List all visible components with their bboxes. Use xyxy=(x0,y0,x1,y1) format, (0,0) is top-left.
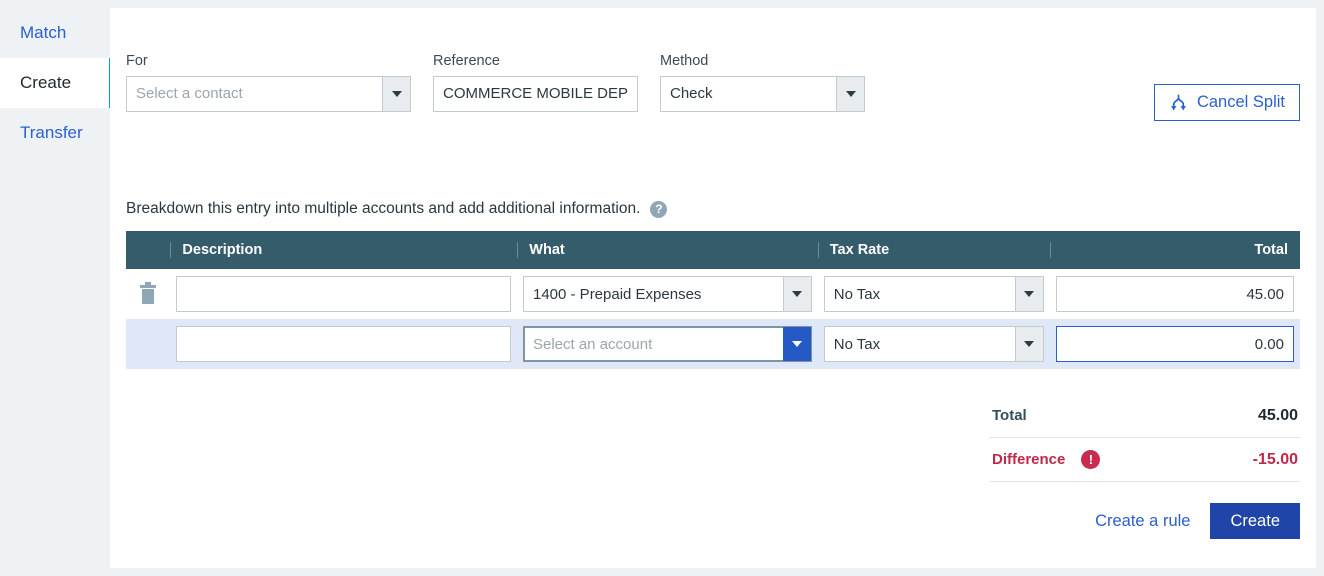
table-row: 1400 - Prepaid Expenses No Tax xyxy=(126,269,1300,319)
trash-lid xyxy=(140,285,156,288)
difference-value: -15.00 xyxy=(1253,451,1298,469)
split-merge-icon xyxy=(1169,93,1188,112)
header-total: Total xyxy=(1050,242,1300,258)
reference-value: COMMERCE MOBILE DEP xyxy=(434,77,637,111)
app-root: Match Create Transfer For Select a conta… xyxy=(0,0,1324,576)
difference-row: Difference ! -15.00 xyxy=(990,438,1300,482)
chevron-down-icon xyxy=(846,91,856,97)
tab-create-label: Create xyxy=(20,73,71,93)
for-select[interactable]: Select a contact xyxy=(126,76,411,112)
row-delete-cell xyxy=(126,285,170,304)
total-label: Total xyxy=(992,407,1027,424)
total-input[interactable]: 0.00 xyxy=(1056,326,1294,362)
tax-rate-select[interactable]: No Tax xyxy=(824,326,1044,362)
difference-left: Difference ! xyxy=(992,450,1100,469)
total-value: 45.00 xyxy=(1258,407,1298,425)
chevron-down-icon xyxy=(1024,291,1034,297)
method-select[interactable]: Check xyxy=(660,76,865,112)
header-description: Description xyxy=(170,242,517,258)
help-icon[interactable]: ? xyxy=(650,201,667,218)
total-row: Total 45.00 xyxy=(990,394,1300,438)
cancel-split-label: Cancel Split xyxy=(1197,93,1285,112)
account-select[interactable]: Select an account xyxy=(523,326,812,362)
tax-rate-value: No Tax xyxy=(825,327,1015,361)
for-field-group: For Select a contact xyxy=(126,54,411,112)
method-field-group: Method Check xyxy=(660,54,865,112)
table-header-row: Description What Tax Rate Total xyxy=(126,231,1300,269)
header-what: What xyxy=(517,242,817,258)
method-label: Method xyxy=(660,54,865,69)
row-total-cell: 0.00 xyxy=(1050,326,1300,362)
row-tax-cell: No Tax xyxy=(818,326,1050,362)
row-description-cell xyxy=(170,326,517,362)
for-dropdown-button[interactable] xyxy=(382,77,410,111)
tab-create[interactable]: Create xyxy=(0,58,110,108)
cancel-split-button[interactable]: Cancel Split xyxy=(1154,84,1300,121)
header-tax-rate: Tax Rate xyxy=(818,242,1050,258)
chevron-down-icon xyxy=(792,341,802,347)
row-what-cell: 1400 - Prepaid Expenses xyxy=(517,276,818,312)
split-table: Description What Tax Rate Total xyxy=(126,231,1300,369)
for-label: For xyxy=(126,54,411,69)
method-dropdown-button[interactable] xyxy=(836,77,864,111)
reference-label: Reference xyxy=(433,54,638,69)
row-tax-cell: No Tax xyxy=(818,276,1050,312)
total-input[interactable]: 45.00 xyxy=(1056,276,1294,312)
totals-summary: Total 45.00 Difference ! -15.00 xyxy=(990,394,1300,482)
create-button[interactable]: Create xyxy=(1210,503,1300,539)
reference-input[interactable]: COMMERCE MOBILE DEP xyxy=(433,76,638,112)
error-icon: ! xyxy=(1081,450,1100,469)
tab-match[interactable]: Match xyxy=(0,8,110,58)
row-what-cell: Select an account xyxy=(517,326,818,362)
description-input[interactable] xyxy=(176,276,511,312)
chevron-down-icon xyxy=(792,291,802,297)
tab-match-label: Match xyxy=(20,23,66,43)
tab-transfer[interactable]: Transfer xyxy=(0,108,110,158)
breakdown-description: Breakdown this entry into multiple accou… xyxy=(126,200,667,218)
create-a-rule-link[interactable]: Create a rule xyxy=(1095,512,1190,531)
row-description-cell xyxy=(170,276,517,312)
method-value: Check xyxy=(661,77,836,111)
tab-transfer-label: Transfer xyxy=(20,123,83,143)
tax-rate-dropdown-button[interactable] xyxy=(1015,327,1043,361)
footer-actions: Create a rule Create xyxy=(1095,503,1300,539)
tax-rate-select[interactable]: No Tax xyxy=(824,276,1044,312)
account-dropdown-button[interactable] xyxy=(783,277,811,311)
account-select[interactable]: 1400 - Prepaid Expenses xyxy=(523,276,812,312)
create-panel: For Select a contact Reference COMMERCE … xyxy=(110,8,1316,568)
for-value: Select a contact xyxy=(127,77,382,111)
account-value: Select an account xyxy=(524,327,783,361)
description-input[interactable] xyxy=(176,326,511,362)
breakdown-text: Breakdown this entry into multiple accou… xyxy=(126,200,640,218)
row-total-cell: 45.00 xyxy=(1050,276,1300,312)
vertical-tab-rail: Match Create Transfer xyxy=(0,8,110,158)
account-value: 1400 - Prepaid Expenses xyxy=(524,277,783,311)
table-row: Select an account No Tax 0. xyxy=(126,319,1300,369)
account-dropdown-button[interactable] xyxy=(783,327,811,361)
reference-field-group: Reference COMMERCE MOBILE DEP xyxy=(433,54,638,112)
tax-rate-dropdown-button[interactable] xyxy=(1015,277,1043,311)
difference-label: Difference xyxy=(992,451,1065,468)
chevron-down-icon xyxy=(1024,341,1034,347)
entry-form: For Select a contact Reference COMMERCE … xyxy=(126,54,865,112)
trash-icon[interactable] xyxy=(140,285,156,304)
trash-body xyxy=(142,289,154,304)
tax-rate-value: No Tax xyxy=(825,277,1015,311)
chevron-down-icon xyxy=(392,91,402,97)
